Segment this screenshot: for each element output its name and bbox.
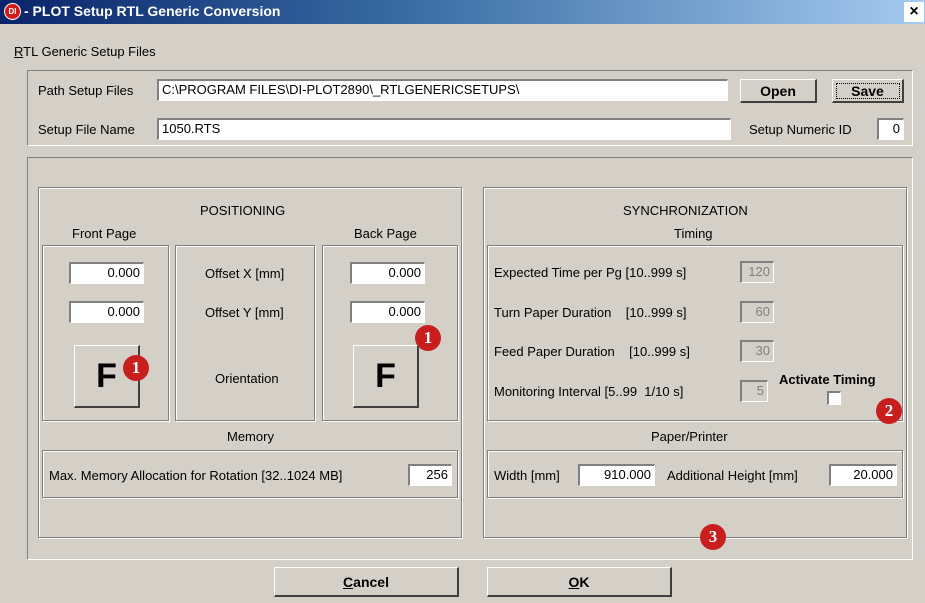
activate-timing-checkbox[interactable] bbox=[827, 391, 841, 405]
monitoring-interval-label: Monitoring Interval [5..99 1/10 s] bbox=[494, 384, 684, 399]
synchronization-title: SYNCHRONIZATION bbox=[623, 203, 748, 218]
turn-paper-input[interactable]: 60 bbox=[740, 301, 774, 323]
expected-time-input[interactable]: 120 bbox=[740, 261, 774, 283]
setup-file-name-label: Setup File Name bbox=[38, 122, 135, 137]
offset-y-label: Offset Y [mm] bbox=[205, 305, 284, 320]
back-offset-x-input[interactable]: 0.000 bbox=[350, 262, 425, 284]
memory-input[interactable]: 256 bbox=[408, 464, 452, 486]
callout-badge-3: 3 bbox=[700, 524, 726, 550]
path-setup-files-label: Path Setup Files bbox=[38, 83, 134, 98]
setup-numeric-id-input[interactable]: 0 bbox=[877, 118, 904, 140]
positioning-title: POSITIONING bbox=[200, 203, 286, 218]
window-title: - PLOT Setup RTL Generic Conversion bbox=[24, 3, 281, 19]
open-button[interactable]: Open bbox=[740, 79, 817, 103]
activate-timing-label: Activate Timing bbox=[779, 372, 876, 387]
callout-badge-1-back: 1 bbox=[415, 325, 441, 351]
additional-height-input[interactable]: 20.000 bbox=[829, 464, 897, 486]
feed-paper-label: Feed Paper Duration [10..999 s] bbox=[494, 344, 690, 359]
orientation-label: Orientation bbox=[215, 371, 279, 386]
expected-time-label: Expected Time per Pg [10..999 s] bbox=[494, 265, 687, 280]
setup-file-name-input[interactable]: 1050.RTS bbox=[157, 118, 731, 140]
monitoring-interval-input[interactable]: 5 bbox=[740, 380, 768, 402]
paper-printer-title: Paper/Printer bbox=[651, 429, 728, 444]
callout-badge-2: 2 bbox=[876, 398, 902, 424]
memory-label: Max. Memory Allocation for Rotation [32.… bbox=[49, 468, 343, 483]
menu-item-rtl-generic-setup-files[interactable]: RTL Generic Setup Files bbox=[14, 44, 156, 59]
front-offset-y-input[interactable]: 0.000 bbox=[69, 301, 144, 323]
path-setup-files-input[interactable]: C:\PROGRAM FILES\DI-PLOT2890\_RTLGENERIC… bbox=[157, 79, 728, 101]
back-orientation-button[interactable]: F bbox=[353, 345, 419, 408]
back-page-label: Back Page bbox=[354, 226, 417, 241]
app-icon: DI bbox=[4, 3, 21, 20]
feed-paper-input[interactable]: 30 bbox=[740, 340, 774, 362]
width-label: Width [mm] bbox=[494, 468, 560, 483]
memory-title: Memory bbox=[227, 429, 274, 444]
close-icon[interactable]: × bbox=[904, 2, 924, 22]
cancel-button[interactable]: Cancel bbox=[274, 567, 459, 597]
save-button[interactable]: Save bbox=[832, 79, 904, 103]
turn-paper-label: Turn Paper Duration [10..999 s] bbox=[494, 305, 687, 320]
width-input[interactable]: 910.000 bbox=[578, 464, 655, 486]
callout-badge-1-front: 1 bbox=[123, 355, 149, 381]
back-offset-y-input[interactable]: 0.000 bbox=[350, 301, 425, 323]
front-page-label: Front Page bbox=[72, 226, 137, 241]
additional-height-label: Additional Height [mm] bbox=[667, 468, 798, 483]
ok-button[interactable]: OK bbox=[487, 567, 672, 597]
timing-title: Timing bbox=[674, 226, 713, 241]
offset-x-label: Offset X [mm] bbox=[205, 266, 285, 281]
front-offset-x-input[interactable]: 0.000 bbox=[69, 262, 144, 284]
setup-numeric-id-label: Setup Numeric ID bbox=[749, 122, 852, 137]
